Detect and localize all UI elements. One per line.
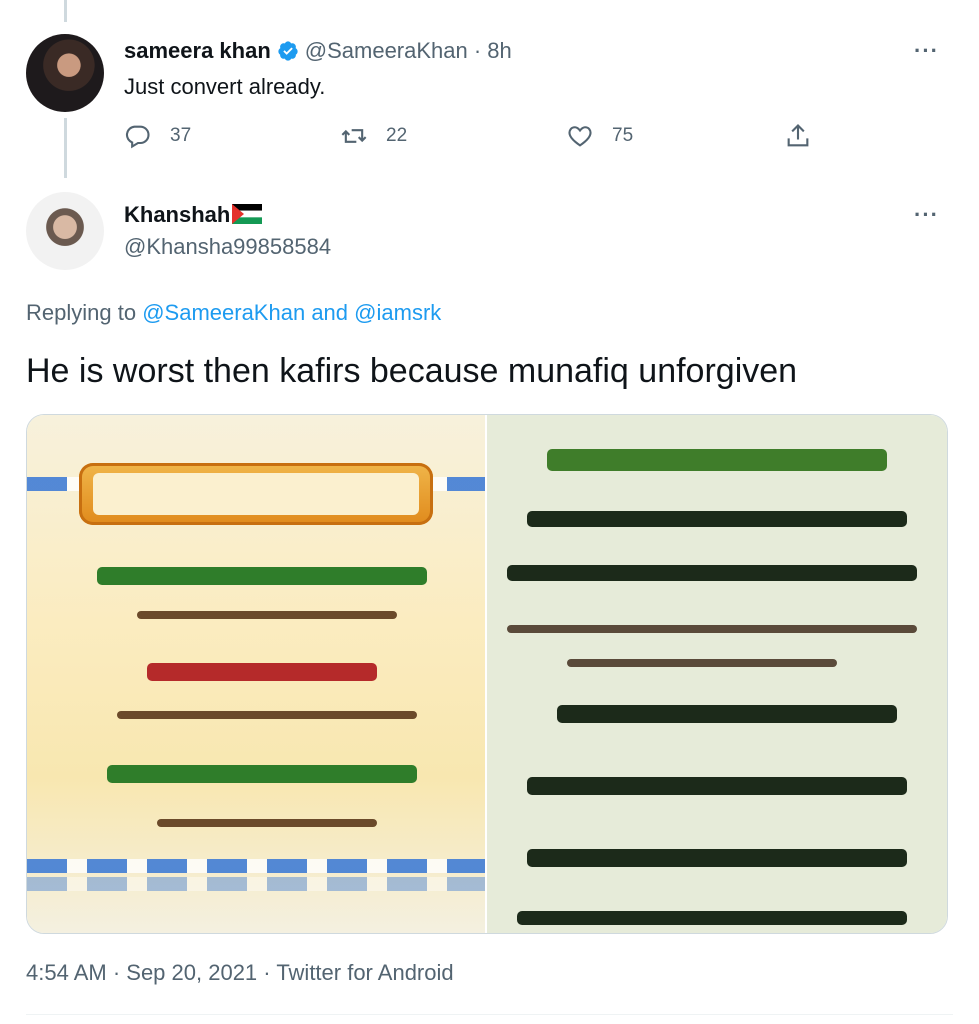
calligraphy-line <box>157 819 377 827</box>
verified-badge-icon <box>278 41 298 61</box>
parent-header: sameera khan @SameeraKhan · 8h <box>124 38 512 64</box>
calligraphy-line <box>547 449 887 471</box>
parent-tweet-text: Just convert already. <box>124 74 326 99</box>
media-image-left[interactable] <box>27 415 485 933</box>
author-name[interactable]: sameera khan <box>124 38 271 63</box>
reply-author-handle[interactable]: @Khansha99858584 <box>124 234 331 260</box>
decor-stripe <box>27 877 485 891</box>
tweet-media[interactable] <box>26 414 948 934</box>
reply-button[interactable]: 37 <box>124 122 191 150</box>
reply-author-name[interactable]: Khanshah <box>124 202 230 227</box>
parent-actions: 37 22 75 <box>124 122 824 158</box>
calligraphy-line <box>517 911 907 925</box>
like-count: 75 <box>612 125 634 146</box>
retweet-button[interactable]: 22 <box>340 122 407 150</box>
avatar-khanshah[interactable] <box>26 192 104 270</box>
reply-header: Khanshah <box>124 202 263 228</box>
calligraphy-line <box>527 511 907 527</box>
media-image-right[interactable] <box>485 415 947 933</box>
calligraphy-line <box>117 711 417 719</box>
replying-to: Replying to @SameeraKhan and @iamsrk <box>26 300 441 326</box>
avatar-sameera[interactable] <box>26 34 104 112</box>
calligraphy-line <box>137 611 397 619</box>
replying-and: and <box>311 300 349 325</box>
calligraphy-line <box>527 849 907 867</box>
more-icon[interactable]: ··· <box>914 38 939 64</box>
share-button[interactable] <box>784 122 830 150</box>
reply-count: 37 <box>170 125 192 146</box>
calligraphy-line <box>107 765 417 783</box>
author-handle-time[interactable]: @SameeraKhan · 8h <box>305 38 512 63</box>
thread-line-top <box>64 0 67 22</box>
thread-line-bottom <box>64 118 67 178</box>
retweet-count: 22 <box>386 125 408 146</box>
reply-icon <box>125 125 150 149</box>
calligraphy-line <box>527 777 907 795</box>
divider <box>26 1014 953 1015</box>
calligraphy-line <box>557 705 897 723</box>
replying-user-iamsrk[interactable]: @iamsrk <box>354 300 441 325</box>
calligraphy-line <box>97 567 427 585</box>
calligraphy-line <box>507 565 917 581</box>
more-icon[interactable]: ··· <box>914 202 939 228</box>
decor-stripe <box>27 859 485 873</box>
replying-prefix: Replying to <box>26 300 137 325</box>
reply-tweet-text: He is worst then kafirs because munafiq … <box>26 352 798 390</box>
calligraphy-banner <box>79 463 433 525</box>
tweet-timestamp[interactable]: 4:54 AM · Sep 20, 2021 · Twitter for And… <box>26 960 454 986</box>
calligraphy-line <box>507 625 917 633</box>
replying-user-sameera[interactable]: @SameeraKhan <box>142 300 305 325</box>
calligraphy-line <box>567 659 837 667</box>
heart-icon <box>568 126 592 147</box>
calligraphy-line <box>147 663 377 681</box>
like-button[interactable]: 75 <box>566 122 633 150</box>
share-icon <box>787 124 809 147</box>
palestine-flag-icon <box>232 204 263 224</box>
retweet-icon <box>341 129 367 143</box>
